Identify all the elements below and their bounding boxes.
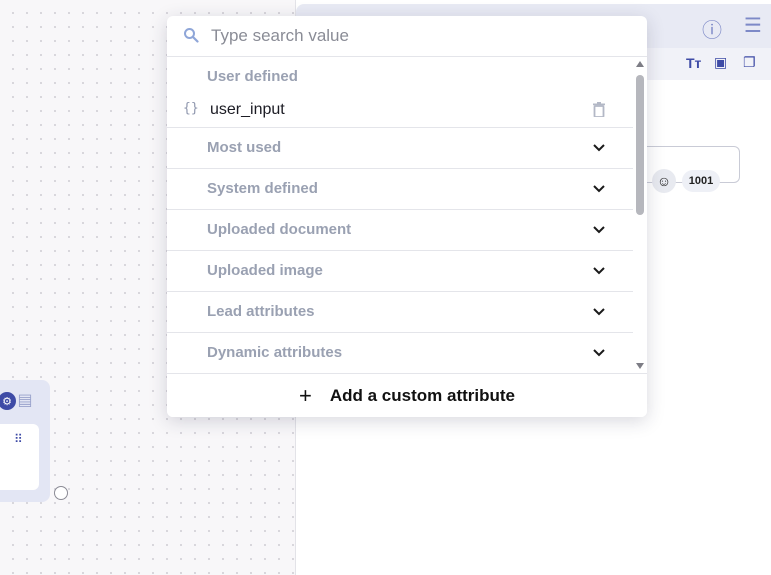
chevron-down-icon[interactable] — [592, 307, 606, 317]
collapse-panel-icon[interactable]: ☰ — [744, 13, 762, 38]
chevron-down-icon[interactable] — [592, 225, 606, 235]
group-label: System defined — [207, 180, 318, 197]
group-label: Dynamic attributes — [207, 344, 343, 361]
info-icon[interactable]: ⓘ — [702, 14, 722, 43]
group-lead-attributes[interactable]: Lead attributes — [167, 291, 633, 332]
text-format-icon[interactable]: Tт — [686, 55, 701, 71]
search-input[interactable] — [211, 24, 611, 48]
attribute-item[interactable]: {} user_input — [167, 95, 633, 127]
group-uploaded-image[interactable]: Uploaded image — [167, 250, 633, 291]
settings-icon[interactable]: ⚙ — [0, 392, 16, 410]
scroll-thumb[interactable] — [636, 75, 644, 215]
section-user-defined-label: User defined — [207, 68, 298, 85]
group-most-used[interactable]: Most used — [167, 127, 633, 168]
scroll-up-arrow-icon[interactable] — [636, 61, 644, 67]
chevron-down-icon[interactable] — [592, 184, 606, 194]
group-label: Most used — [207, 139, 282, 156]
connection-handle[interactable] — [54, 486, 68, 500]
flow-node[interactable]: ⚙ ▤ ⠿ — [0, 380, 50, 502]
search-icon — [184, 28, 199, 43]
group-label: Uploaded document — [207, 221, 352, 238]
braces-icon: {} — [183, 101, 199, 116]
chevron-down-icon[interactable] — [592, 266, 606, 276]
list-scrollbar[interactable] — [633, 57, 647, 373]
attribute-name[interactable]: user_input — [210, 101, 285, 119]
group-dynamic-attributes[interactable]: Dynamic attributes — [167, 332, 633, 373]
attribute-picker-dropdown: User defined {} user_input Most used Sys… — [167, 16, 647, 417]
add-custom-attribute-button[interactable]: + Add a custom attribute — [167, 373, 647, 417]
plus-icon: + — [299, 382, 312, 408]
trash-icon[interactable] — [593, 102, 605, 117]
search-bar — [167, 16, 647, 57]
scroll-down-arrow-icon[interactable] — [636, 363, 644, 369]
group-label: Uploaded image — [207, 262, 323, 279]
drag-handle-icon[interactable]: ⠿ — [14, 432, 23, 446]
document-icon[interactable]: ▤ — [16, 392, 34, 410]
char-count-badge: 1001 — [682, 170, 720, 192]
group-system-defined[interactable]: System defined — [167, 168, 633, 209]
add-custom-attribute-label: Add a custom attribute — [329, 385, 515, 405]
node-body[interactable]: ⠿ — [0, 424, 39, 490]
chevron-down-icon[interactable] — [592, 348, 606, 358]
group-uploaded-document[interactable]: Uploaded document — [167, 209, 633, 250]
group-label: Lead attributes — [207, 303, 315, 320]
emoji-icon[interactable]: ☺ — [652, 169, 676, 193]
gallery-icon[interactable]: ❐ — [743, 54, 756, 71]
attribute-list: User defined {} user_input Most used Sys… — [167, 57, 633, 373]
chevron-down-icon[interactable] — [592, 143, 606, 153]
image-icon[interactable]: ▣ — [714, 54, 727, 71]
